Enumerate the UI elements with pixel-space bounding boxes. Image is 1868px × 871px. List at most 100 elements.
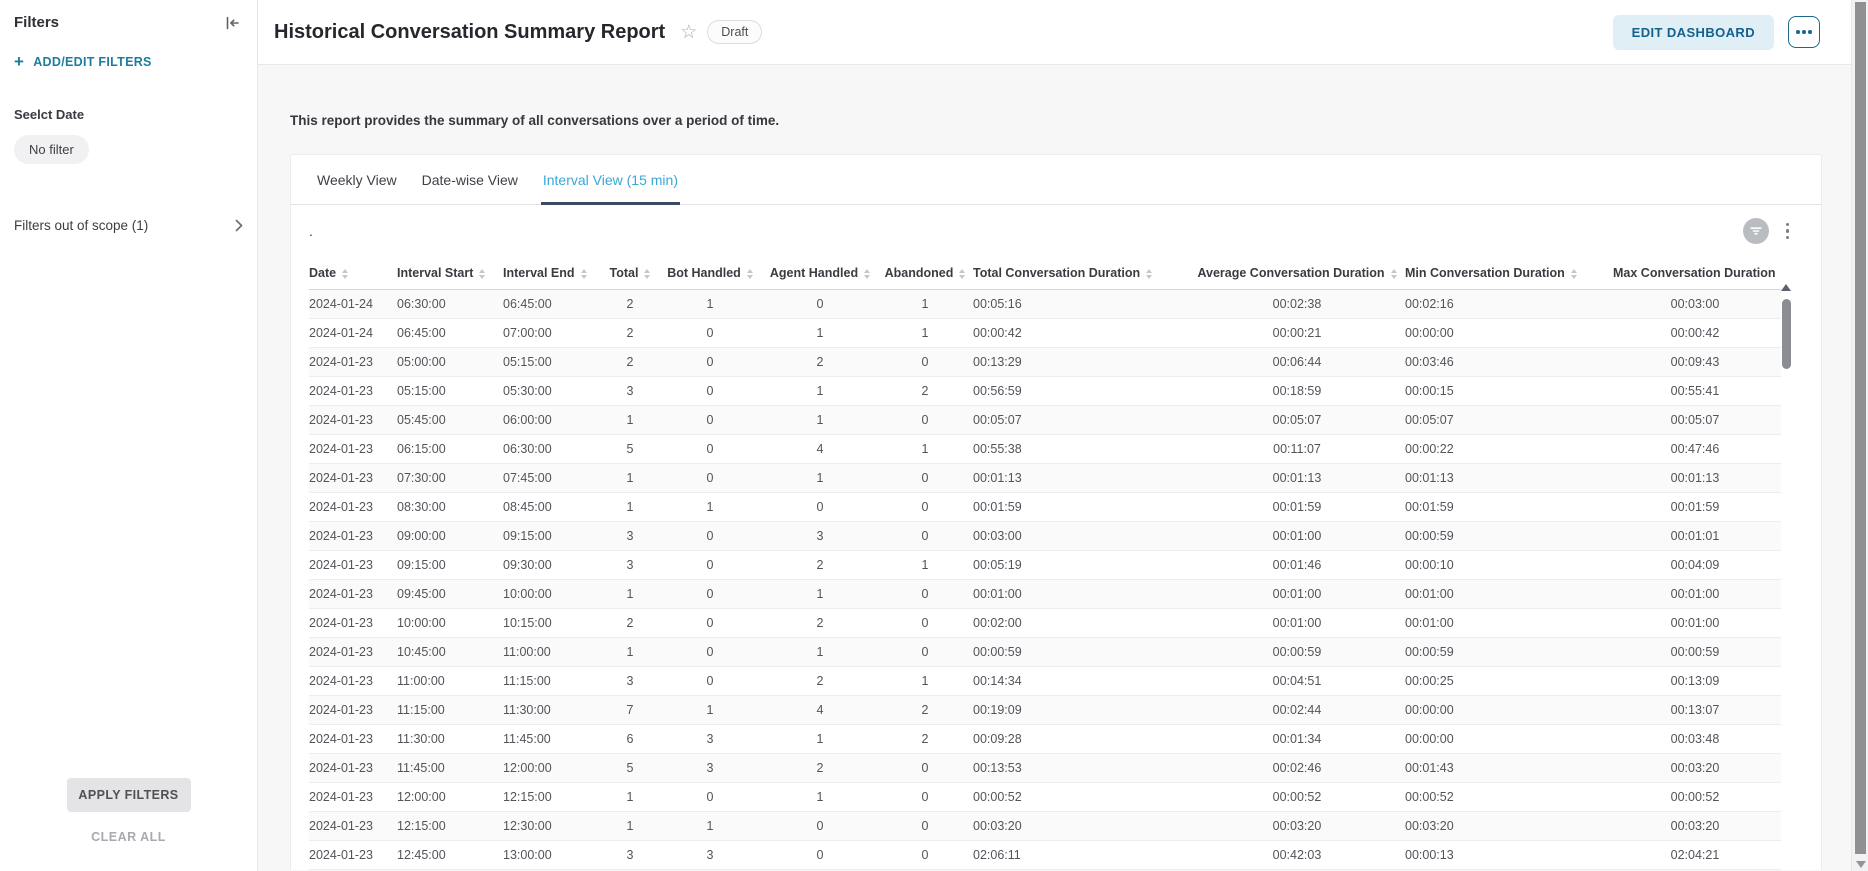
table-scroll-thumb[interactable] — [1782, 299, 1791, 369]
table-cell: 00:11:07 — [1193, 435, 1405, 464]
table-cell: 1 — [763, 638, 881, 667]
table-cell: 2 — [763, 754, 881, 783]
table-cell: 10:00:00 — [503, 580, 603, 609]
table-row: 2024-01-2311:30:0011:45:00631200:09:2800… — [309, 725, 1781, 754]
table-cell: 00:00:52 — [1193, 783, 1405, 812]
table-cell: 00:05:07 — [1613, 406, 1781, 435]
column-header-bot-handled[interactable]: Bot Handled — [661, 257, 763, 290]
column-header-total[interactable]: Total — [603, 257, 661, 290]
table-cell: 02:06:11 — [973, 841, 1193, 870]
table-cell: 2024-01-23 — [309, 435, 397, 464]
star-icon[interactable]: ☆ — [680, 21, 697, 44]
filters-out-of-scope-toggle[interactable]: Filters out of scope (1) — [14, 218, 243, 233]
table-cell: 4 — [763, 696, 881, 725]
table-row: 2024-01-2406:30:0006:45:00210100:05:1600… — [309, 290, 1781, 319]
app-root: Filters + ADD/EDIT FILTERS Seelct Date N… — [0, 0, 1868, 871]
tab-date-wise-view[interactable]: Date-wise View — [420, 155, 520, 205]
table-cell: 2 — [881, 696, 973, 725]
table-cell: 00:09:43 — [1613, 348, 1781, 377]
table-cell: 2024-01-23 — [309, 522, 397, 551]
scroll-up-icon[interactable] — [1781, 284, 1791, 291]
column-label: Average Conversation Duration — [1197, 266, 1384, 280]
table-cell: 0 — [881, 464, 973, 493]
table-cell: 00:00:00 — [1405, 696, 1613, 725]
table-menu-icon[interactable] — [1784, 221, 1792, 242]
table-cell: 00:01:59 — [1405, 493, 1613, 522]
table-cell: 00:00:59 — [973, 638, 1193, 667]
column-header-max-conversation-duration[interactable]: Max Conversation Duration — [1613, 257, 1781, 290]
column-header-average-conversation-duration[interactable]: Average Conversation Duration — [1193, 257, 1405, 290]
tab-interval-view-15-min[interactable]: Interval View (15 min) — [541, 155, 680, 205]
table-row: 2024-01-2306:15:0006:30:00504100:55:3800… — [309, 435, 1781, 464]
edit-dashboard-button[interactable]: EDIT DASHBOARD — [1613, 15, 1774, 50]
table-cell: 0 — [661, 522, 763, 551]
table-cell: 00:00:00 — [1405, 870, 1613, 871]
sort-icon — [747, 269, 753, 279]
table-cell: 00:06:44 — [1193, 348, 1405, 377]
table-cell: 00:04:09 — [1613, 551, 1781, 580]
table-cell: 00:02:00 — [973, 609, 1193, 638]
table-cell: 2024-01-23 — [309, 493, 397, 522]
column-header-interval-end[interactable]: Interval End — [503, 257, 603, 290]
table-cell: 2 — [763, 348, 881, 377]
filters-sidebar: Filters + ADD/EDIT FILTERS Seelct Date N… — [0, 0, 258, 871]
filters-title: Filters — [14, 14, 59, 31]
table-cell: 00:09:28 — [973, 725, 1193, 754]
column-header-agent-handled[interactable]: Agent Handled — [763, 257, 881, 290]
table-cell: 0 — [661, 609, 763, 638]
table-row: 2024-01-2311:00:0011:15:00302100:14:3400… — [309, 667, 1781, 696]
column-header-abandoned[interactable]: Abandoned — [881, 257, 973, 290]
table-cell: 3 — [661, 841, 763, 870]
table-cell: 07:45:00 — [503, 464, 603, 493]
table-cell: 0 — [881, 638, 973, 667]
table-row: 2024-01-2312:00:0012:15:00101000:00:5200… — [309, 783, 1781, 812]
table-cell: 00:01:34 — [1193, 725, 1405, 754]
table-cell: 10:00:00 — [397, 609, 503, 638]
table-cell: 0 — [881, 870, 973, 871]
table-cell: 1 — [763, 319, 881, 348]
table-cell: 2 — [603, 609, 661, 638]
table-cell: 2024-01-23 — [309, 406, 397, 435]
table-cell: 0 — [881, 580, 973, 609]
table-cell: 00:02:46 — [1193, 754, 1405, 783]
scroll-down-icon[interactable] — [1856, 861, 1866, 868]
table-cell: 00:00:10 — [1405, 551, 1613, 580]
table-cell: 00:42:03 — [1193, 841, 1405, 870]
table-cell: 0 — [881, 841, 973, 870]
table-cell: 1 — [603, 406, 661, 435]
collapse-sidebar-icon[interactable] — [224, 15, 241, 31]
table-row: 2024-01-2312:15:0012:30:00110000:03:2000… — [309, 812, 1781, 841]
table-cell: 3 — [603, 667, 661, 696]
column-header-interval-start[interactable]: Interval Start — [397, 257, 503, 290]
page-scrollbar[interactable] — [1851, 0, 1868, 871]
table-scrollbar[interactable] — [1781, 284, 1791, 369]
more-options-button[interactable] — [1788, 16, 1820, 48]
add-edit-filters-button[interactable]: + ADD/EDIT FILTERS — [14, 55, 152, 69]
table-cell: 00:01:13 — [1405, 464, 1613, 493]
page-scroll-thumb[interactable] — [1855, 2, 1866, 854]
column-header-total-conversation-duration[interactable]: Total Conversation Duration — [973, 257, 1193, 290]
table-cell: 2024-01-24 — [309, 319, 397, 348]
clear-all-button[interactable]: CLEAR ALL — [85, 829, 172, 845]
table-cell: 05:15:00 — [503, 348, 603, 377]
table-cell: 0 — [661, 667, 763, 696]
table-row: 2024-01-2308:30:0008:45:00110000:01:5900… — [309, 493, 1781, 522]
apply-filters-button[interactable]: APPLY FILTERS — [67, 778, 191, 812]
table-cell: 1 — [603, 812, 661, 841]
table-cell: 00:02:16 — [1405, 290, 1613, 319]
table-filter-icon[interactable] — [1743, 218, 1769, 244]
sort-icon — [864, 269, 870, 279]
sort-icon — [644, 269, 650, 279]
table-cell: 12:00:00 — [397, 783, 503, 812]
table-cell: 00:18:59 — [1193, 377, 1405, 406]
table-cell: 00:00:52 — [973, 783, 1193, 812]
table-cell: 0 — [661, 406, 763, 435]
table-cell: 3 — [661, 725, 763, 754]
table-cell: 2 — [881, 377, 973, 406]
no-filter-chip[interactable]: No filter — [14, 135, 89, 164]
column-header-date[interactable]: Date — [309, 257, 397, 290]
tab-weekly-view[interactable]: Weekly View — [315, 155, 399, 205]
column-header-min-conversation-duration[interactable]: Min Conversation Duration — [1405, 257, 1613, 290]
table-cell: 11:30:00 — [503, 696, 603, 725]
table-cell: 00:03:46 — [1405, 348, 1613, 377]
